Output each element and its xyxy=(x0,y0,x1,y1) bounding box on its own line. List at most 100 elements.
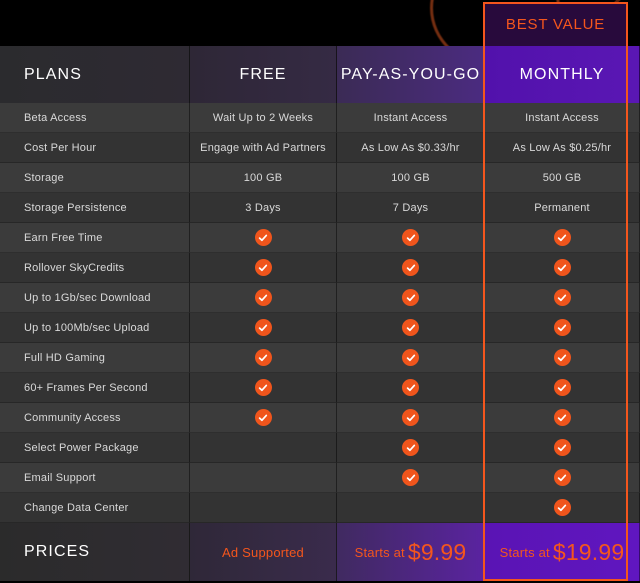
pricing-table: PLANS FREE PAY-AS-YOU-GO MONTHLY Beta Ac… xyxy=(0,46,640,583)
prices-label-cell: PRICES xyxy=(0,523,190,581)
cell-payg xyxy=(337,313,485,343)
header-free-label: FREE xyxy=(239,65,287,83)
check-icon xyxy=(402,289,419,306)
row-label: Up to 100Mb/sec Upload xyxy=(24,321,150,334)
cell-free xyxy=(190,373,337,403)
cell-monthly-text: Permanent xyxy=(534,201,590,214)
table-row: Storage Persistence 3 Days 7 Days Permanent xyxy=(0,193,640,223)
cell-free-text: Wait Up to 2 Weeks xyxy=(212,111,314,124)
cell-payg xyxy=(337,463,485,493)
cell-monthly xyxy=(485,223,640,253)
table-row: Up to 100Mb/sec Upload xyxy=(0,313,640,343)
row-label-cell: Select Power Package xyxy=(0,433,190,463)
cell-free-text: 3 Days xyxy=(245,201,281,214)
row-label: Email Support xyxy=(24,471,96,484)
cell-payg: As Low As $0.33/hr xyxy=(337,133,485,163)
cell-monthly xyxy=(485,463,640,493)
best-value-label: BEST VALUE xyxy=(505,15,606,33)
cell-payg-text: As Low As $0.33/hr xyxy=(361,141,460,154)
price-free-cell: Ad Supported xyxy=(190,523,337,581)
cell-payg xyxy=(337,433,485,463)
row-label-cell: Community Access xyxy=(0,403,190,433)
cell-free xyxy=(190,313,337,343)
row-label: Full HD Gaming xyxy=(24,351,106,364)
check-icon xyxy=(402,229,419,246)
check-icon xyxy=(553,349,571,366)
header-plans: PLANS xyxy=(0,46,190,103)
table-row: Community Access xyxy=(0,403,640,433)
header-monthly-label: MONTHLY xyxy=(519,65,605,83)
row-label: Storage Persistence xyxy=(24,201,127,214)
row-label: Beta Access xyxy=(24,111,87,124)
row-label: Earn Free Time xyxy=(24,231,103,244)
cell-monthly: Permanent xyxy=(485,193,640,223)
header-column-payg[interactable]: PAY-AS-YOU-GO xyxy=(337,46,485,103)
cell-free: Engage with Ad Partners xyxy=(190,133,337,163)
row-label-cell: Storage Persistence xyxy=(0,193,190,223)
cell-payg xyxy=(337,283,485,313)
prices-label: PRICES xyxy=(24,543,91,560)
cell-monthly xyxy=(485,343,640,373)
table-row: Rollover SkyCredits xyxy=(0,253,640,283)
check-icon xyxy=(254,229,272,246)
check-icon xyxy=(553,409,571,426)
row-label-cell: Beta Access xyxy=(0,103,190,133)
price-payg-cell: Starts at $9.99 xyxy=(337,523,485,581)
cell-payg xyxy=(337,493,485,523)
header-column-free[interactable]: FREE xyxy=(190,46,337,103)
cell-payg xyxy=(337,373,485,403)
cell-payg xyxy=(337,223,485,253)
cell-free-text: Engage with Ad Partners xyxy=(200,141,326,154)
check-icon xyxy=(254,319,272,336)
cell-payg-text: 100 GB xyxy=(391,171,430,184)
cell-monthly-text: 500 GB xyxy=(542,171,582,184)
check-icon xyxy=(402,259,419,276)
row-label-cell: Change Data Center xyxy=(0,493,190,523)
row-label-cell: Up to 100Mb/sec Upload xyxy=(0,313,190,343)
best-value-banner: BEST VALUE xyxy=(483,2,628,46)
row-label-cell: Earn Free Time xyxy=(0,223,190,253)
row-label: Change Data Center xyxy=(24,501,129,514)
cell-free xyxy=(190,223,337,253)
table-row: Change Data Center xyxy=(0,493,640,523)
cell-free: 3 Days xyxy=(190,193,337,223)
row-label: Up to 1Gb/sec Download xyxy=(24,291,151,304)
cell-free: 100 GB xyxy=(190,163,337,193)
cell-payg-text: Instant Access xyxy=(373,111,448,124)
row-label-cell: Rollover SkyCredits xyxy=(0,253,190,283)
cell-payg xyxy=(337,403,485,433)
check-icon xyxy=(402,349,419,366)
check-icon xyxy=(254,409,272,426)
table-row: Cost Per Hour Engage with Ad Partners As L… xyxy=(0,133,640,163)
table-row: Beta Access Wait Up to 2 Weeks Instant Acc… xyxy=(0,103,640,133)
cell-free xyxy=(190,493,337,523)
price-monthly-text: Starts at xyxy=(499,544,550,560)
check-icon xyxy=(553,289,571,306)
pricing-table-page: BEST VALUE PLANS FREE PAY-AS-YOU-GO MONT… xyxy=(0,0,640,583)
check-icon xyxy=(402,409,419,426)
cell-monthly xyxy=(485,433,640,463)
cell-payg xyxy=(337,253,485,283)
row-label-cell: Full HD Gaming xyxy=(0,343,190,373)
cell-free xyxy=(190,343,337,373)
check-icon xyxy=(254,349,272,366)
cell-free: Wait Up to 2 Weeks xyxy=(190,103,337,133)
cell-monthly xyxy=(485,283,640,313)
cell-payg: Instant Access xyxy=(337,103,485,133)
check-icon xyxy=(402,469,419,486)
cell-monthly-text: As Low As $0.25/hr xyxy=(512,141,612,154)
row-label: Select Power Package xyxy=(24,441,139,454)
price-monthly-cell: Starts at $19.99 xyxy=(485,523,640,581)
row-label-cell: Email Support xyxy=(0,463,190,493)
header-payg-label: PAY-AS-YOU-GO xyxy=(340,65,481,83)
cell-payg: 100 GB xyxy=(337,163,485,193)
row-label: Cost Per Hour xyxy=(24,141,97,154)
check-icon xyxy=(553,439,571,456)
price-payg-amount: $9.99 xyxy=(407,538,467,565)
check-icon xyxy=(254,289,272,306)
cell-monthly xyxy=(485,313,640,343)
check-icon xyxy=(553,259,571,276)
row-label: Community Access xyxy=(24,411,121,424)
price-payg-text: Starts at xyxy=(354,544,405,560)
header-column-monthly[interactable]: MONTHLY xyxy=(485,46,640,103)
